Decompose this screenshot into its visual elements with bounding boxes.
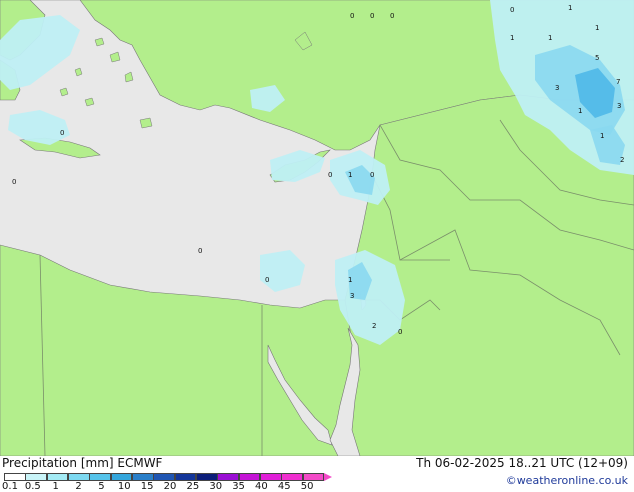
legend-tick-label: 0.1 [2, 481, 18, 492]
legend-swatch [89, 473, 112, 481]
value-marker: 1 [578, 107, 582, 115]
value-marker: 1 [510, 34, 514, 42]
legend-tick-label: 10 [117, 481, 131, 492]
legend-swatch [132, 473, 154, 481]
value-marker: 0 [370, 12, 374, 20]
legend-swatch [281, 473, 304, 481]
value-marker: 0 [60, 129, 64, 137]
value-marker: 1 [600, 132, 604, 140]
map-title: Precipitation [mm] ECMWF [2, 456, 163, 470]
legend-tick-label: 0.5 [24, 481, 41, 492]
value-marker: 3 [350, 292, 354, 300]
value-marker: 3 [617, 102, 621, 110]
value-marker: 0 [12, 178, 16, 186]
credit-link[interactable]: ©weatheronline.co.uk [506, 474, 628, 487]
value-marker: 1 [568, 4, 572, 12]
value-marker: 0 [198, 247, 202, 255]
legend-swatch [4, 473, 26, 481]
value-marker: 2 [372, 322, 376, 330]
legend-arrow-tip [324, 473, 332, 481]
legend-swatch [110, 473, 133, 481]
legend-swatch [46, 473, 69, 481]
legend-swatch [196, 473, 218, 481]
run-info: Th 06-02-2025 18..21 UTC (12+09) [416, 456, 628, 470]
legend-tick-label: 20 [163, 481, 177, 492]
legend-tick-label: 45 [277, 481, 291, 492]
value-marker: 1 [348, 171, 352, 179]
value-marker: 0 [265, 276, 269, 284]
legend-swatch [217, 473, 240, 481]
legend-swatch [153, 473, 176, 481]
map-footer: Precipitation [mm] ECMWF Th 06-02-2025 1… [0, 456, 634, 492]
value-marker: 2 [620, 156, 624, 164]
legend-tick-label: 15 [140, 481, 154, 492]
legend-tick-label: 5 [98, 481, 105, 492]
legend-tick-label: 40 [255, 481, 268, 492]
value-marker: 3 [555, 84, 559, 92]
weather-map-view: 0 0 0 0 1 1 3 1 5 7 1 3 1 2 0 0 0 1 0 0 … [0, 0, 634, 492]
value-marker: 1 [548, 34, 552, 42]
value-marker: 7 [616, 78, 620, 86]
legend-swatch [238, 473, 261, 481]
legend-tick-label: 2 [75, 481, 82, 492]
legend-tick-label: 50 [300, 481, 314, 492]
value-marker: 1 [595, 24, 599, 32]
legend-swatch [260, 473, 282, 481]
legend-swatch [302, 473, 325, 481]
value-marker: 0 [390, 12, 394, 20]
legend-tick-label: 35 [232, 481, 245, 492]
legend-tick-label: 25 [186, 481, 200, 492]
value-marker: 0 [350, 12, 354, 20]
value-marker: 5 [595, 54, 599, 62]
precipitation-map: 0 0 0 0 1 1 3 1 5 7 1 3 1 2 0 0 0 1 0 0 … [0, 0, 634, 456]
value-marker: 0 [370, 171, 374, 179]
legend-swatch [174, 473, 197, 481]
value-marker: 0 [328, 171, 332, 179]
value-marker: 1 [348, 276, 352, 284]
legend-swatch [68, 473, 90, 481]
value-marker: 0 [398, 328, 402, 336]
value-marker: 0 [510, 6, 514, 14]
legend-tick-label: 30 [209, 481, 223, 492]
legend-tick-label: 1 [52, 481, 59, 492]
legend-swatch [25, 473, 48, 481]
